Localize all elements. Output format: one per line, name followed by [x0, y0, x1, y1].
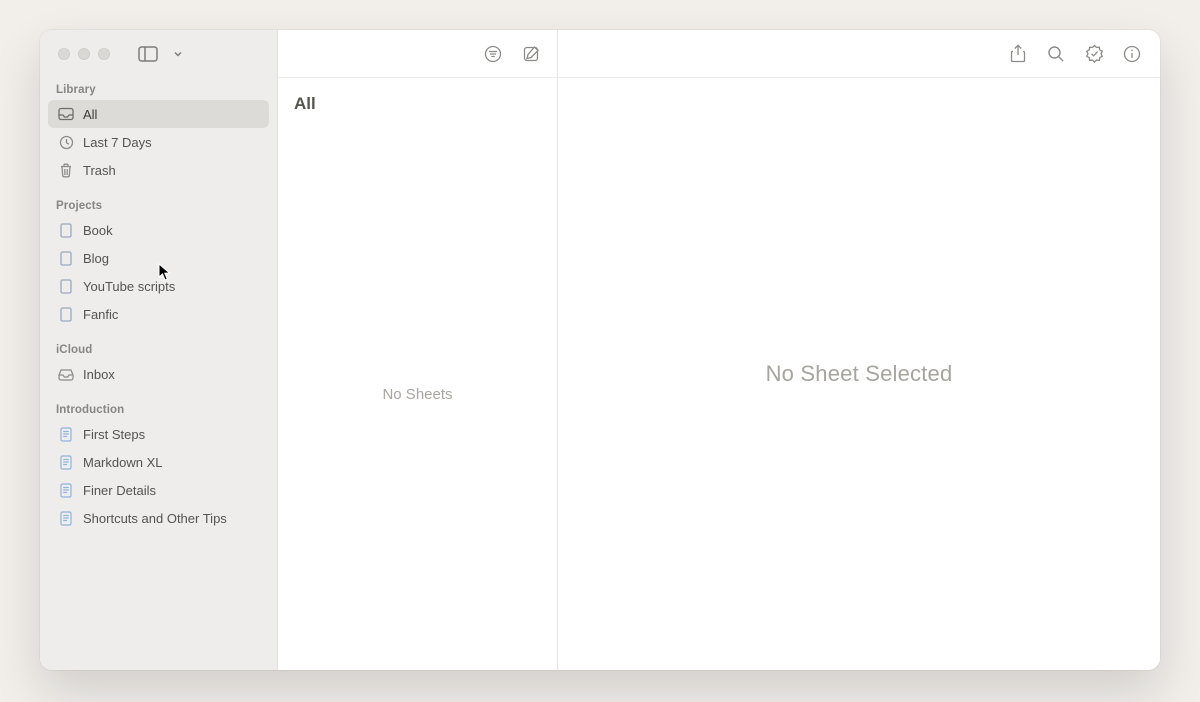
- sidebar-item-all[interactable]: All: [48, 100, 269, 128]
- sidebar-item-blog[interactable]: Blog: [48, 244, 269, 272]
- page-icon: [58, 426, 74, 442]
- trash-icon: [58, 162, 74, 178]
- sidebar-item-label: Last 7 Days: [83, 135, 152, 150]
- toggle-sidebar-button[interactable]: [136, 44, 160, 64]
- sidebar-item-label: All: [83, 107, 97, 122]
- sidebar-item-first-steps[interactable]: First Steps: [48, 420, 269, 448]
- sidebar-section-projects: Book Blog YouTube scripts Fanfic: [40, 216, 277, 338]
- window-controls: [40, 40, 277, 78]
- sidebar-section-title-library: Library: [40, 78, 277, 100]
- doc-icon: [58, 222, 74, 238]
- sidebar-item-label: Inbox: [83, 367, 115, 382]
- sidebar-item-book[interactable]: Book: [48, 216, 269, 244]
- sheets-pane: All No Sheets: [278, 30, 558, 670]
- editor-toolbar: [558, 30, 1160, 78]
- sidebar: Library All Last 7 Days: [40, 30, 278, 670]
- page-icon: [58, 482, 74, 498]
- sidebar-section-introduction: First Steps Markdown XL Finer Details Sh…: [40, 420, 277, 542]
- sidebar-item-label: Markdown XL: [83, 455, 162, 470]
- sidebar-section-title-projects: Projects: [40, 194, 277, 216]
- search-button[interactable]: [1046, 44, 1066, 64]
- doc-icon: [58, 278, 74, 294]
- sidebar-item-youtube-scripts[interactable]: YouTube scripts: [48, 272, 269, 300]
- zoom-window-button[interactable]: [98, 48, 110, 60]
- share-button[interactable]: [1008, 44, 1028, 64]
- sidebar-item-markdown-xl[interactable]: Markdown XL: [48, 448, 269, 476]
- sidebar-section-library: All Last 7 Days: [40, 100, 277, 194]
- info-button[interactable]: [1122, 44, 1142, 64]
- sidebar-item-label: Fanfic: [83, 307, 118, 322]
- page-icon: [58, 510, 74, 526]
- minimize-window-button[interactable]: [78, 48, 90, 60]
- review-button[interactable]: [1084, 44, 1104, 64]
- tray-icon: [58, 106, 74, 122]
- sheets-toolbar: [278, 30, 557, 78]
- editor-empty-label: No Sheet Selected: [766, 361, 953, 387]
- sidebar-item-inbox[interactable]: Inbox: [48, 360, 269, 388]
- clock-icon: [58, 134, 74, 150]
- inbox-icon: [58, 366, 74, 382]
- app-window: Library All Last 7 Days: [40, 30, 1160, 670]
- sidebar-item-label: Finer Details: [83, 483, 156, 498]
- doc-icon: [58, 306, 74, 322]
- page-icon: [58, 454, 74, 470]
- new-sheet-button[interactable]: [521, 44, 541, 64]
- editor-pane: No Sheet Selected: [558, 30, 1160, 670]
- sidebar-item-label: Book: [83, 223, 113, 238]
- sidebar-item-trash[interactable]: Trash: [48, 156, 269, 184]
- sidebar-item-last-7-days[interactable]: Last 7 Days: [48, 128, 269, 156]
- sidebar-item-label: Blog: [83, 251, 109, 266]
- editor-body: No Sheet Selected: [558, 78, 1160, 670]
- sidebar-item-label: Trash: [83, 163, 116, 178]
- sidebar-item-finer-details[interactable]: Finer Details: [48, 476, 269, 504]
- sheets-body: No Sheets: [278, 118, 557, 670]
- doc-icon: [58, 250, 74, 266]
- sidebar-item-shortcuts[interactable]: Shortcuts and Other Tips: [48, 504, 269, 532]
- sidebar-item-label: First Steps: [83, 427, 145, 442]
- sidebar-item-label: YouTube scripts: [83, 279, 175, 294]
- sheets-title: All: [278, 78, 557, 118]
- sheets-empty-label: No Sheets: [382, 386, 452, 403]
- sidebar-section-title-icloud: iCloud: [40, 338, 277, 360]
- close-window-button[interactable]: [58, 48, 70, 60]
- sidebar-item-fanfic[interactable]: Fanfic: [48, 300, 269, 328]
- sidebar-section-title-introduction: Introduction: [40, 398, 277, 420]
- sidebar-menu-chevron[interactable]: [166, 44, 190, 64]
- sidebar-item-label: Shortcuts and Other Tips: [83, 511, 227, 526]
- sidebar-section-icloud: Inbox: [40, 360, 277, 398]
- filter-button[interactable]: [483, 44, 503, 64]
